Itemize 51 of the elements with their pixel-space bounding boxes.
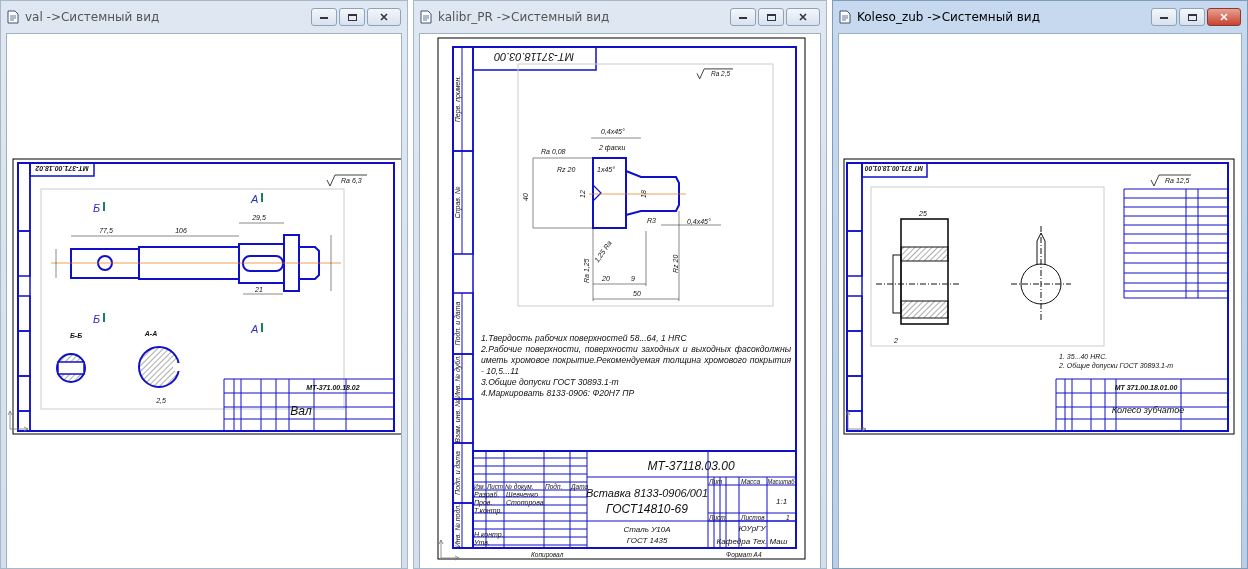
note-text: 2.Рабочие поверхности, поверхности заходных и выходных фасокдолжны иметь хромовое покрытие.Рекомендуемая толщина хромового покрытия - 10,5...11 <box>481 344 791 377</box>
document-icon <box>420 10 432 24</box>
axis-icon <box>845 410 867 432</box>
material-text: Сталь У10А <box>623 525 671 534</box>
minimize-icon <box>320 15 328 19</box>
close-button[interactable] <box>786 8 820 26</box>
org-text: Кафедра Тех. Маш <box>716 537 788 546</box>
maximize-button[interactable] <box>1179 8 1205 26</box>
close-icon <box>799 13 807 21</box>
minimize-icon <box>1160 15 1168 19</box>
close-button[interactable] <box>1207 8 1241 26</box>
section-drawing <box>56 353 86 383</box>
close-button[interactable] <box>367 8 401 26</box>
document-icon <box>839 10 851 24</box>
minimize-button[interactable] <box>730 8 756 26</box>
window-title: Koleso_zub ->Системный вид <box>857 10 1041 24</box>
material-text: ГОСТ 1435 <box>626 536 668 545</box>
roughness-mark-icon <box>696 68 734 80</box>
close-icon <box>1220 13 1228 21</box>
part-name: Колесо зубчатое <box>1111 405 1185 415</box>
roughness-mark-icon <box>1150 174 1192 187</box>
section-letter: А <box>251 193 259 205</box>
close-icon <box>380 13 388 21</box>
title-block-text: 1:1 <box>776 497 788 506</box>
part-name: ГОСТ14810-69 <box>606 502 688 516</box>
roughness-mark-icon <box>326 174 368 187</box>
title-block-code: МТ-37118.03.00 <box>647 459 735 473</box>
window-title: val ->Системный вид <box>25 10 161 24</box>
code-box <box>29 162 95 177</box>
code-box <box>861 162 928 178</box>
maximize-button[interactable] <box>758 8 784 26</box>
org-text: ЮУрГУ <box>738 524 766 533</box>
note-text: 1.Твердость рабочих поверхностей 58...64, 1 HRC <box>481 333 688 344</box>
section-letter: Б <box>93 202 101 214</box>
maximize-icon <box>1187 13 1197 21</box>
maximize-button[interactable] <box>339 8 365 26</box>
minimize-button[interactable] <box>1151 8 1177 26</box>
axis-icon <box>7 410 29 432</box>
maximize-icon <box>766 13 776 21</box>
section-letter: Б <box>93 313 101 325</box>
window-title: kalibr_PR ->Системный вид <box>438 10 611 24</box>
drawing-code: МТ-37118.03.00 <box>494 51 574 63</box>
document-icon <box>7 10 19 24</box>
minimize-icon <box>739 15 747 19</box>
part-name: Вал <box>290 404 312 418</box>
note-text: 4.Маркировать 8133-0906: Ф20Н7 ПР <box>481 388 636 399</box>
note-text: 3.Общие допуски ГОСТ 30893.1-m <box>481 377 620 388</box>
section-drawing <box>138 346 181 388</box>
section-letter: А <box>251 323 259 335</box>
maximize-icon <box>347 13 357 21</box>
minimize-button[interactable] <box>311 8 337 26</box>
